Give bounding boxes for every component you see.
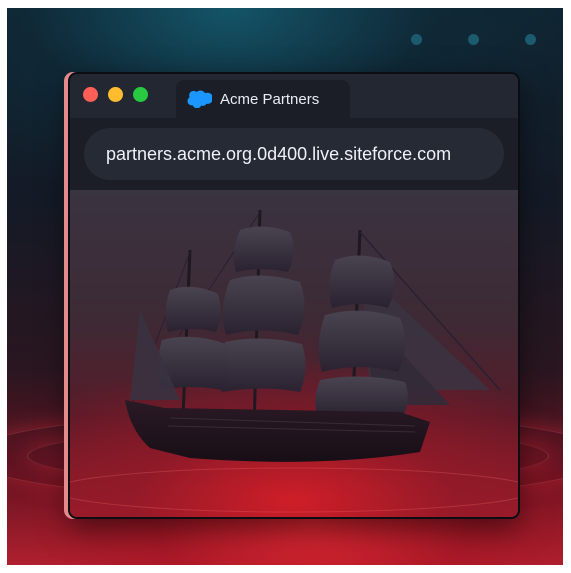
dot-icon (468, 34, 479, 45)
sailing-ship-icon (70, 209, 518, 513)
address-bar[interactable]: partners.acme.org.0d400.live.siteforce.c… (84, 128, 504, 180)
browser-window: Acme Partners partners.acme.org.0d400.li… (68, 72, 520, 519)
window-controls (83, 87, 148, 102)
background-scene: Acme Partners partners.acme.org.0d400.li… (7, 8, 563, 565)
page-content (70, 190, 518, 517)
close-button[interactable] (83, 87, 98, 102)
decorative-dots (411, 34, 536, 45)
dot-icon (525, 34, 536, 45)
toolbar: partners.acme.org.0d400.live.siteforce.c… (70, 118, 518, 190)
salesforce-cloud-icon (187, 90, 212, 108)
tab-title: Acme Partners (220, 90, 320, 108)
title-bar: Acme Partners (70, 74, 518, 118)
url-text: partners.acme.org.0d400.live.siteforce.c… (106, 143, 452, 164)
minimize-button[interactable] (108, 87, 123, 102)
browser-tab[interactable]: Acme Partners (176, 80, 350, 118)
maximize-button[interactable] (133, 87, 148, 102)
dot-icon (411, 34, 422, 45)
